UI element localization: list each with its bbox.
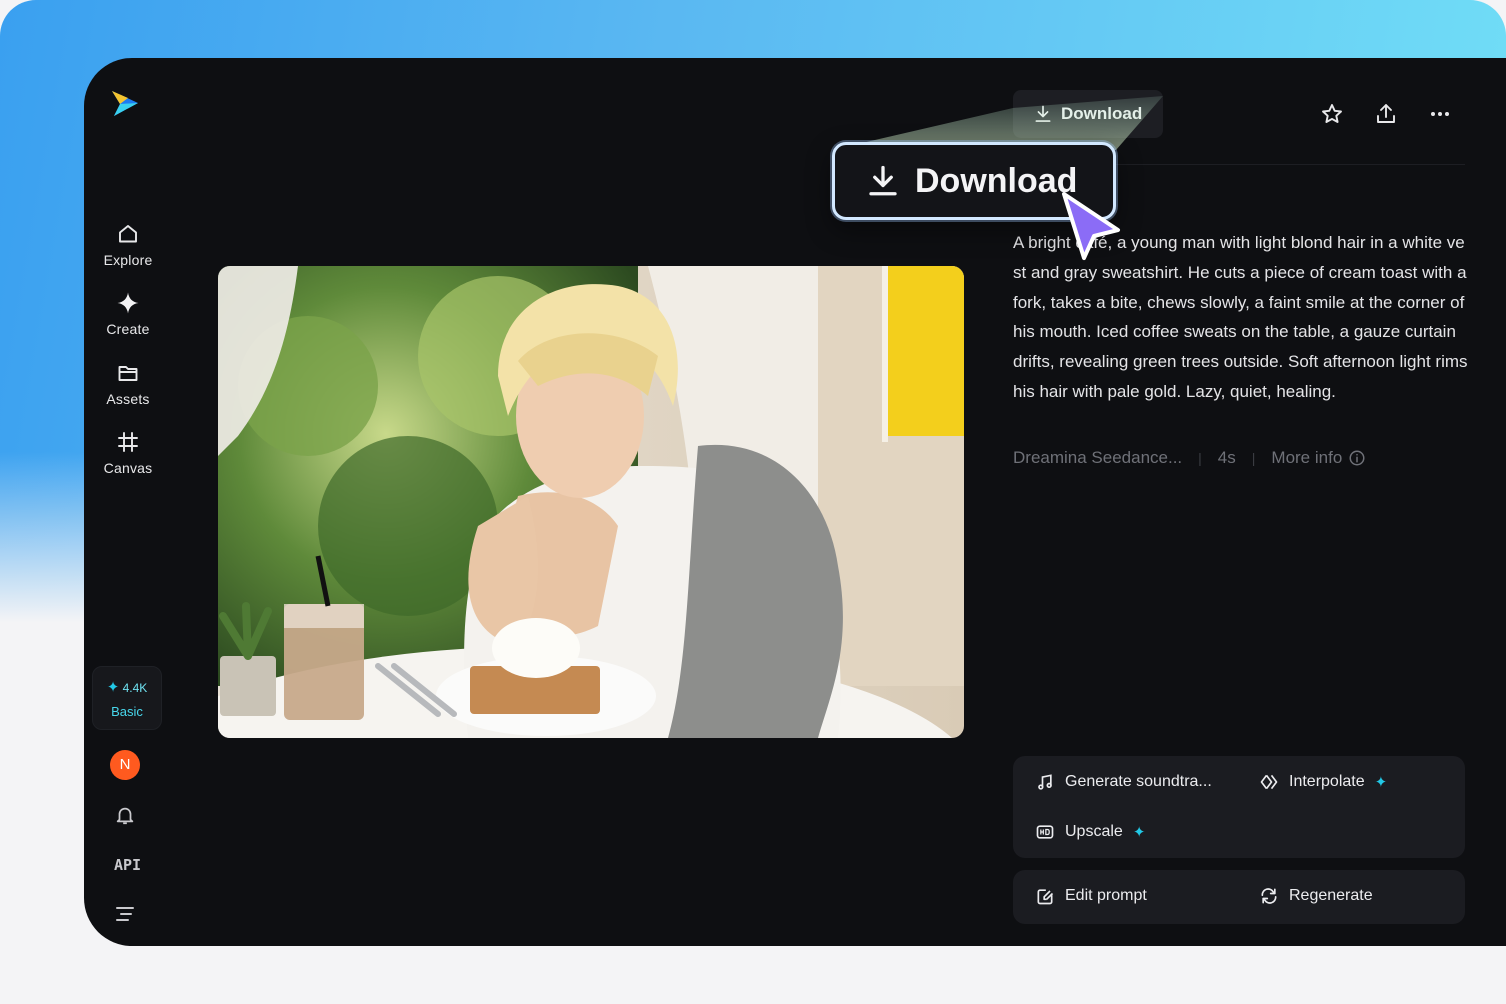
upscale-button[interactable]: Upscale ✦ [1035, 822, 1145, 842]
upscale-label: Upscale [1065, 823, 1123, 840]
api-link[interactable]: API [114, 856, 141, 874]
duration: 4s [1217, 448, 1236, 467]
bell-icon[interactable] [114, 804, 136, 826]
star-icon[interactable] [1320, 102, 1344, 126]
model-name: Dreamina Seedance... [1013, 448, 1183, 467]
sidebar-item-canvas[interactable]: Canvas [92, 430, 164, 476]
regenerate-button[interactable]: Regenerate [1259, 886, 1373, 906]
generated-image[interactable] [218, 266, 964, 738]
tools-panel: Generate soundtra... Interpolate ✦ Upsca… [1013, 756, 1465, 858]
info-icon[interactable] [1348, 449, 1366, 467]
interpolate-label: Interpolate [1289, 773, 1365, 790]
sidebar-item-create[interactable]: Create [92, 291, 164, 337]
avatar[interactable]: N [110, 750, 140, 780]
generation-meta: Dreamina Seedance... | 4s | More info [1013, 448, 1366, 468]
download-icon [869, 165, 897, 196]
generate-soundtrack-label: Generate soundtra... [1065, 773, 1212, 790]
folder-icon [118, 366, 138, 381]
sparkle-icon [117, 292, 139, 314]
sidebar-item-assets[interactable]: Assets [92, 361, 164, 407]
dreamina-logo[interactable] [108, 86, 142, 120]
prompt-actions-panel: Edit prompt Regenerate [1013, 870, 1465, 924]
plan-label: Basic [111, 704, 143, 719]
interpolate-icon [1260, 774, 1278, 790]
sidebar-item-label: Explore [103, 252, 153, 268]
music-note-icon [1038, 774, 1052, 790]
interpolate-button[interactable]: Interpolate ✦ [1259, 772, 1387, 792]
sidebar-item-label: Canvas [103, 460, 153, 476]
more-icon[interactable] [1428, 102, 1452, 126]
sparkle-icon: ✦ [1132, 824, 1146, 841]
download-label-zoomed: Download [915, 161, 1078, 200]
regenerate-label: Regenerate [1289, 887, 1373, 904]
edit-prompt-label: Edit prompt [1065, 887, 1147, 904]
download-icon [1035, 105, 1051, 122]
menu-icon[interactable] [114, 904, 136, 924]
sidebar-item-explore[interactable]: Explore [92, 222, 164, 268]
download-label: Download [1061, 104, 1143, 123]
generate-soundtrack-button[interactable]: Generate soundtra... [1035, 772, 1212, 792]
more-info-link[interactable]: More info [1271, 448, 1342, 468]
credits-badge[interactable]: ✦ 4.4K Basic [92, 666, 162, 730]
home-icon [119, 225, 137, 243]
cursor-icon [1062, 192, 1120, 260]
edit-prompt-button[interactable]: Edit prompt [1035, 886, 1147, 906]
share-icon[interactable] [1374, 102, 1398, 126]
app-window: Explore Create Assets Canvas ✦ 4.4K Basi… [84, 58, 1506, 946]
download-button[interactable]: Download [1013, 90, 1163, 138]
credits-value: 4.4K [122, 681, 148, 695]
canvas-icon [118, 432, 138, 452]
sparkle-icon: ✦ [1374, 774, 1388, 791]
meta-separator: | [1198, 450, 1202, 466]
edit-icon [1037, 889, 1054, 905]
sparkle-icon: ✦ [106, 679, 120, 696]
hd-icon [1036, 825, 1054, 839]
meta-separator: | [1251, 450, 1256, 466]
sidebar-item-label: Assets [106, 391, 150, 407]
sidebar-item-label: Create [106, 321, 150, 337]
regenerate-icon [1261, 888, 1277, 904]
credits-amount: ✦ 4.4K [93, 678, 161, 696]
